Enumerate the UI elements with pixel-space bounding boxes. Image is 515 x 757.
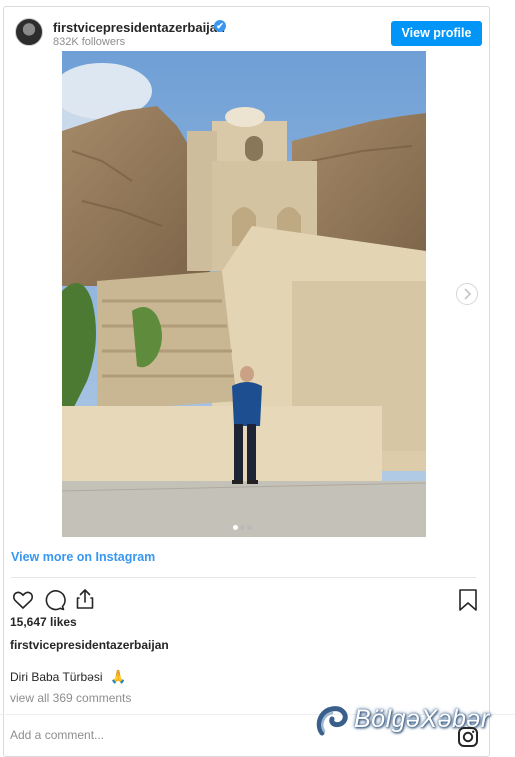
carousel-dot [233,525,238,530]
caption-username[interactable]: firstvicepresidentazerbaijan [10,638,169,652]
post-photo[interactable] [62,51,426,537]
add-comment-input[interactable]: Add a comment... [10,728,104,742]
heart-icon[interactable] [11,588,35,617]
instagram-icon[interactable] [457,726,479,753]
divider [11,577,476,578]
watermark-swirl-icon [316,706,348,736]
photo-illustration [62,51,426,537]
likes-count[interactable]: 15,647 likes [10,615,77,629]
carousel-dot [240,525,245,530]
post-header: firstvicepresidentazerbaijan ✔ 832K foll… [4,7,489,57]
praying-hands-icon: 🙏 [110,669,127,684]
caption-text: Diri Baba Türbəsi [10,670,103,684]
view-comments-link[interactable]: view all 369 comments [10,691,131,705]
avatar[interactable] [15,18,43,46]
view-profile-button[interactable]: View profile [391,21,482,46]
username[interactable]: firstvicepresidentazerbaijan [53,20,225,35]
view-more-link[interactable]: View more on Instagram [11,550,155,564]
comment-icon[interactable] [42,588,66,617]
chevron-right-icon [464,288,472,300]
carousel-dots [233,517,254,535]
next-slide-button[interactable] [456,283,478,305]
bookmark-icon[interactable] [457,588,479,617]
followers-count: 832K followers [53,36,126,48]
verified-icon: ✔ [214,20,226,32]
share-icon[interactable] [73,587,97,616]
carousel-dot [247,525,252,530]
